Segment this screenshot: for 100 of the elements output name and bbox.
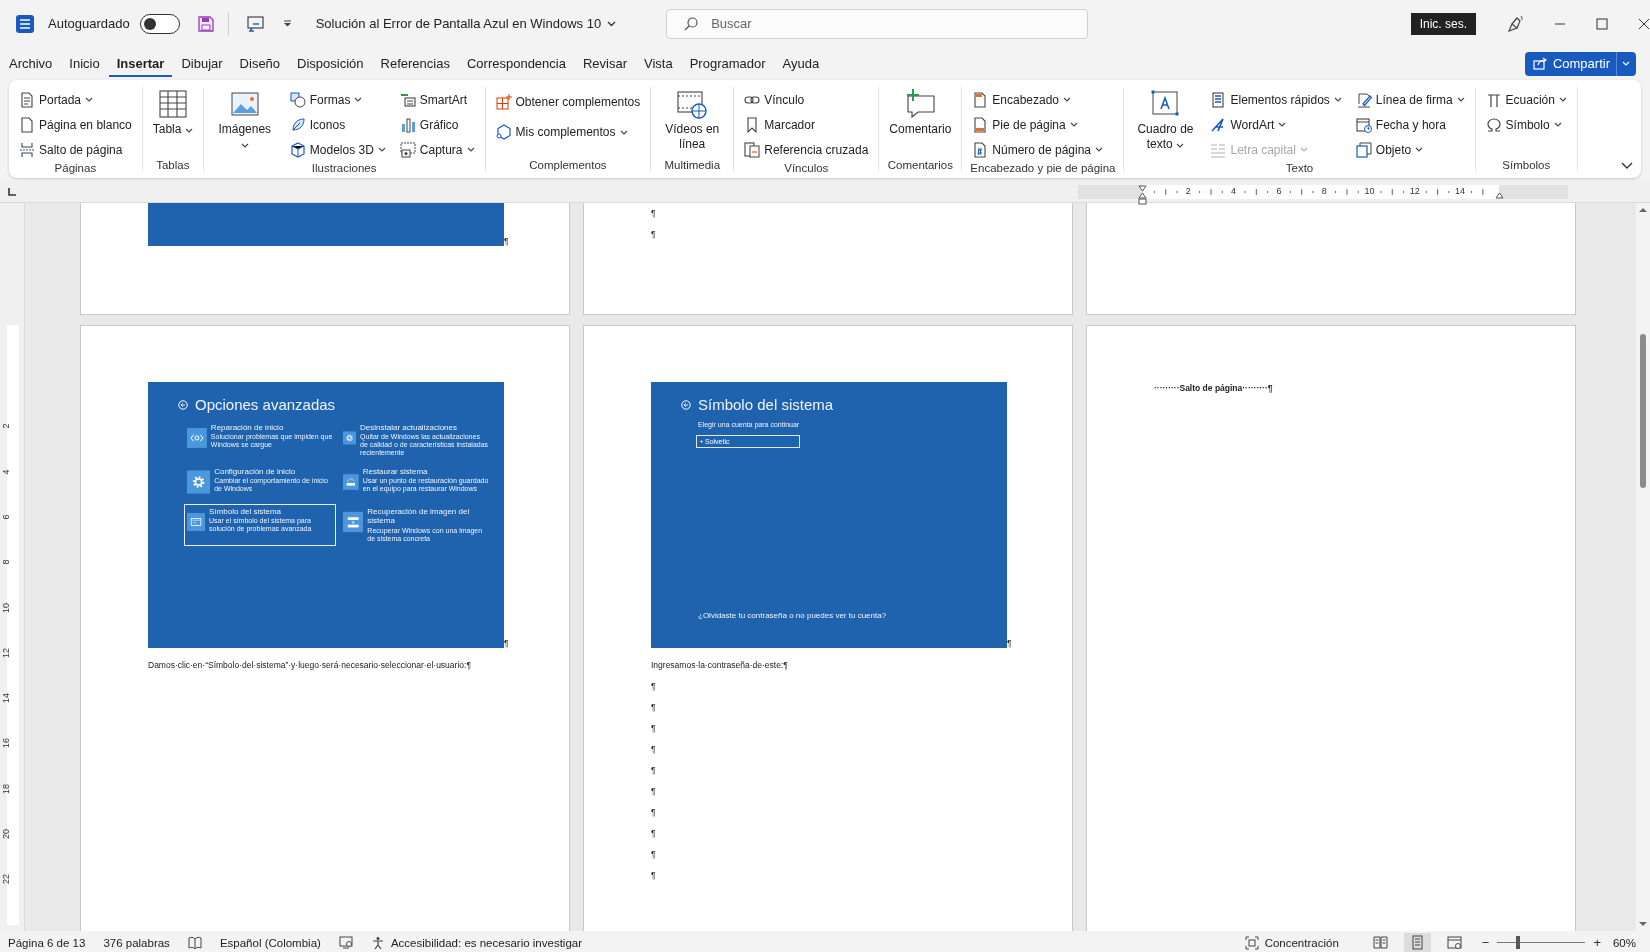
camera-icon — [399, 141, 416, 158]
ribbon-button[interactable]: Elementos rápidos — [1208, 87, 1344, 112]
ribbon-button[interactable]: Salto de página — [17, 137, 134, 162]
search-field[interactable]: Buscar — [666, 8, 1089, 39]
ribbon-button[interactable]: Vídeos en línea — [659, 87, 726, 152]
ruler-number: 12 — [1, 647, 11, 658]
ribbon-button[interactable]: Iconos — [287, 112, 388, 137]
ribbon-tab[interactable]: Archivo — [1, 50, 61, 77]
ribbon-button[interactable]: Portada — [17, 87, 134, 112]
ribbon-button[interactable]: Referencia cruzada — [742, 137, 871, 162]
ribbon-button[interactable]: Objeto — [1353, 137, 1467, 162]
comment-plus-icon — [904, 88, 937, 120]
brush-icon[interactable] — [1506, 14, 1524, 33]
ribbon-button[interactable]: Vínculo — [742, 87, 871, 112]
option-title: Símbolo del sistema — [209, 507, 283, 517]
paragraph-mark: ¶ — [504, 237, 509, 246]
ribbon-tab[interactable]: Programador — [681, 50, 774, 77]
language-status[interactable]: Español (Colombia) — [219, 936, 321, 949]
shapes-icon — [289, 91, 306, 108]
forgot-password-link[interactable]: ¿Olvidaste tu contraseña o no puedes ver tu cuenta? — [698, 605, 1007, 626]
diagram-icon — [399, 91, 416, 108]
back-icon[interactable] — [178, 400, 188, 410]
ribbon-tab[interactable]: Revisar — [574, 50, 636, 77]
footer-icon — [972, 116, 989, 133]
group-label: Vínculos — [783, 162, 830, 174]
group-label: Multimedia — [663, 159, 722, 171]
screen-title: Símbolo del sistema — [698, 396, 834, 414]
app-logo-icon[interactable] — [16, 14, 34, 33]
save-icon[interactable] — [197, 15, 214, 32]
ribbon-button[interactable]: Formas — [287, 87, 388, 112]
ruler-number: 16 — [1, 738, 11, 749]
ruler-number: 10 — [1, 602, 11, 613]
ribbon-button[interactable]: Número de página — [970, 137, 1106, 162]
book-icon[interactable] — [187, 936, 202, 949]
ribbon-button[interactable]: Captura — [397, 137, 477, 162]
sign-in-button[interactable]: Inic. ses. — [1410, 12, 1476, 35]
ribbon-tab[interactable]: Insertar — [108, 50, 173, 77]
scroll-up-icon[interactable] — [1639, 207, 1647, 212]
view-button[interactable] — [1403, 933, 1431, 952]
caret-icon[interactable] — [282, 19, 292, 28]
caret-icon — [1176, 143, 1185, 148]
focus-mode-button[interactable]: Concentración — [1244, 935, 1339, 950]
ribbon-button[interactable]: Modelos 3D — [287, 137, 388, 162]
ribbon-tab[interactable]: Correspondencia — [458, 50, 574, 77]
accessibility-status[interactable]: Accesibilidad: es necesario investigar — [370, 935, 582, 950]
ribbon-tab[interactable]: Ayuda — [774, 50, 828, 77]
ribbon-tab[interactable]: Referencias — [372, 50, 458, 77]
caret-icon — [1622, 61, 1630, 66]
toggle-switch[interactable] — [139, 13, 180, 34]
ribbon-button[interactable]: Marcador — [742, 112, 871, 137]
ribbon-tab[interactable]: Inicio — [61, 50, 108, 77]
ribbon-button[interactable]: Línea de firma — [1353, 87, 1467, 112]
display-settings-icon[interactable] — [338, 936, 353, 949]
indent-marker-icon[interactable] — [1495, 191, 1504, 199]
slider-thumb[interactable] — [1515, 936, 1520, 949]
page-layout-icon — [1409, 935, 1425, 950]
ribbon-tab[interactable]: Disposición — [289, 50, 372, 77]
zoom-in-button[interactable]: + — [1589, 935, 1605, 950]
ribbon-tab[interactable]: Diseño — [231, 50, 289, 77]
document-title[interactable]: Solución al Error de Pantalla Azul en Windows 10 — [315, 16, 617, 31]
zoom-level[interactable]: 60% — [1612, 936, 1636, 949]
back-icon[interactable] — [681, 400, 691, 410]
ribbon-button[interactable]: SmartArt — [397, 87, 477, 112]
group-label: Símbolos — [1501, 159, 1552, 171]
page-count[interactable]: Página 6 de 13 — [8, 936, 86, 949]
ribbon-button[interactable]: Ecuación — [1483, 87, 1569, 112]
ribbon-button[interactable]: Tabla — [150, 87, 195, 137]
ribbon-button[interactable]: WordArt — [1208, 112, 1344, 137]
paragraph-text: ¶ — [651, 869, 657, 882]
paragraph-text: ¶ — [651, 848, 657, 861]
ribbon-button[interactable]: Cuadro de texto — [1132, 87, 1199, 152]
ribbon-button[interactable]: Gráfico — [397, 112, 477, 137]
monitor-icon[interactable] — [246, 15, 265, 32]
chevron-icon[interactable] — [1621, 162, 1633, 170]
scrollbar-thumb[interactable] — [1640, 334, 1646, 488]
ribbon-button[interactable]: Símbolo — [1483, 112, 1569, 137]
zoom-out-button[interactable]: − — [1477, 935, 1494, 950]
ribbon-button[interactable]: Fecha y hora — [1353, 112, 1467, 137]
ribbon-button[interactable]: Imágenes — [211, 87, 278, 152]
ribbon-button[interactable]: Comentario — [887, 87, 954, 137]
word-count[interactable]: 376 palabras — [103, 936, 170, 949]
close-icon[interactable] — [1638, 17, 1650, 30]
ribbon-tab[interactable]: Vista — [636, 50, 681, 77]
ruler-number: 8 — [1, 559, 11, 565]
ribbon-button[interactable]: Página en blanco — [17, 112, 134, 137]
ruler-number: 14 — [1455, 185, 1466, 196]
indent-marker-icon[interactable] — [1138, 184, 1147, 205]
ribbon-button[interactable]: Obtener complementos — [493, 87, 643, 117]
ribbon-button[interactable]: Encabezado — [970, 87, 1106, 112]
share-button[interactable]: Compartir — [1524, 51, 1636, 76]
ruler-number: 18 — [1, 783, 11, 794]
tab-stop-icon[interactable] — [8, 187, 16, 196]
ribbon-button[interactable]: Mis complementos — [493, 117, 643, 147]
group-label: Comentarios — [887, 159, 954, 171]
scroll-down-icon[interactable] — [1639, 922, 1647, 927]
maximize-icon[interactable] — [1596, 17, 1608, 30]
ribbon-tab[interactable]: Dibujar — [173, 50, 231, 77]
ribbon-button[interactable]: Pie de página — [970, 112, 1106, 137]
wordart-icon — [1210, 116, 1227, 133]
paragraph-text: ¶ — [651, 764, 657, 777]
